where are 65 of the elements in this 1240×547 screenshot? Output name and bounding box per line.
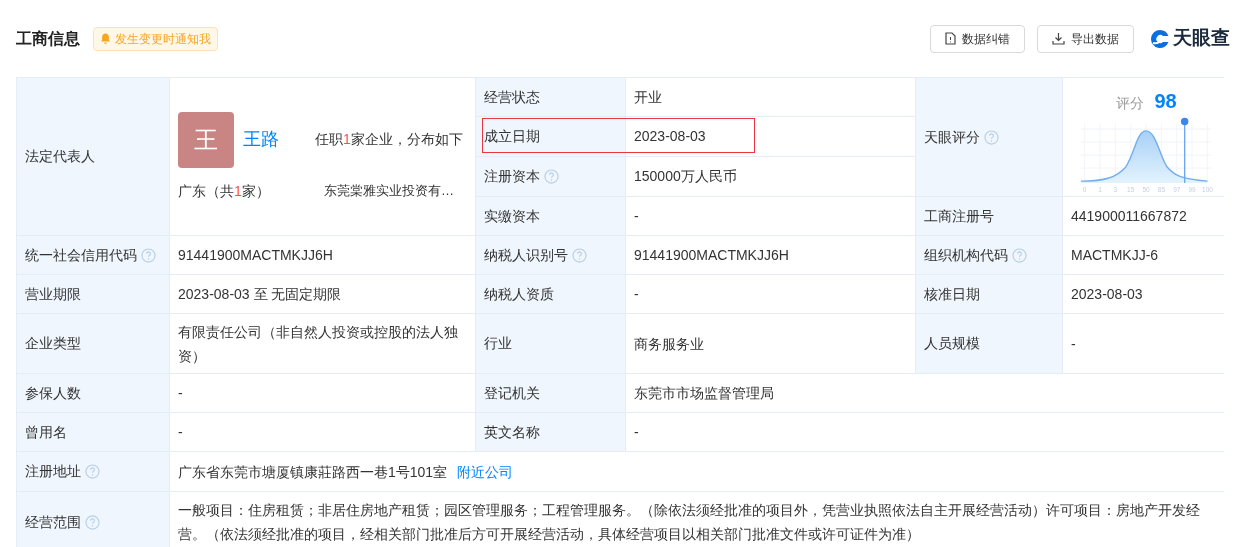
field-label: 行业 [484,334,512,353]
field-value: 商务服务业 [634,334,704,354]
field-label: 英文名称 [484,422,540,442]
field-label: 统一社会信用代码 [25,245,137,265]
field-value: - [634,206,639,226]
help-icon[interactable] [141,247,156,263]
field-label: 营业期限 [25,284,81,304]
field-label: 参保人数 [25,383,81,403]
field-label: 天眼评分 [924,127,980,147]
field-value: - [1071,334,1076,354]
document-icon [945,32,956,45]
field-value: 东莞市市场监督管理局 [634,384,774,403]
field-value: - [634,285,639,304]
help-icon[interactable] [544,169,559,184]
field-label: 核准日期 [924,284,980,304]
field-value: - [178,423,183,442]
company-link[interactable]: 东莞棠雅实业投资有… [324,181,454,201]
field-label: 登记机关 [484,383,540,403]
correction-button[interactable]: 数据纠错 [930,24,1025,53]
help-icon[interactable] [984,129,999,145]
field-label: 经营状态 [484,87,540,107]
field-value: 91441900MACTMKJJ6H [178,246,333,265]
region-count: 广东（共1家） [178,181,271,201]
field-value: 有限责任公司（非自然人投资或控股的法人独资） [178,322,459,366]
brand-logo: 天眼查 [1173,26,1230,51]
help-icon[interactable] [572,247,587,263]
field-label: 注册地址 [25,462,81,481]
export-button[interactable]: 导出数据 [1037,24,1134,53]
field-value: 150000万人民币 [634,167,737,186]
field-value: 广东省东莞市塘厦镇康莊路西一巷1号101室 [178,462,448,482]
field-value: MACTMKJJ-6 [1071,246,1159,265]
field-value: 2023-08-03 至 无固定期限 [178,285,342,304]
bell-icon [100,32,111,45]
field-value: 91441900MACTMKJJ6H [634,246,789,265]
field-label: 实缴资本 [484,206,540,226]
help-icon[interactable] [1012,247,1027,263]
score-caption: 评分 [1116,94,1145,113]
person-link[interactable]: 王路 [243,126,313,153]
field-value: 开业 [634,87,662,107]
field-label: 纳税人识别号 [484,245,568,265]
avatar: 王 [178,111,234,168]
field-value: 2023-08-03 [1071,285,1143,304]
field-label: 工商注册号 [924,206,994,226]
field-label: 成立日期 [484,127,540,146]
field-label: 法定代表人 [25,147,95,166]
field-label: 曾用名 [25,422,67,442]
field-label: 企业类型 [25,334,81,353]
help-icon[interactable] [85,514,100,530]
field-label: 人员规模 [924,334,980,353]
section-title: 工商信息 [16,28,80,49]
field-label: 注册资本 [484,167,540,186]
positions-summary: 任职1家企业，分布如下 [315,130,463,149]
field-value: 2023-08-03 [634,127,706,146]
help-icon[interactable] [85,464,100,479]
score-value: 98 [1154,89,1177,114]
nearby-companies-link[interactable]: 附近公司 [457,459,514,484]
field-label: 经营范围 [25,512,81,532]
download-icon [1052,32,1065,45]
logo-icon [1150,28,1170,49]
field-value: 一般项目：住房租赁；非居住房地产租赁；园区管理服务；工程管理服务。（除依法须经批准的项目外，凭营业执照依法自主开展经营活动）许可项目：房地产开发经营。（依法须经批准的项目，经相关部门批准后方可开展经营活动，具体经营项目以相关部门批准文件或许可证件为准） [178,501,1201,544]
field-value: 441900011667872 [1071,206,1187,226]
field-label: 组织机构代码 [924,245,1008,265]
field-value: - [634,423,639,442]
field-label: 纳税人资质 [484,284,554,304]
field-value: - [178,384,183,403]
